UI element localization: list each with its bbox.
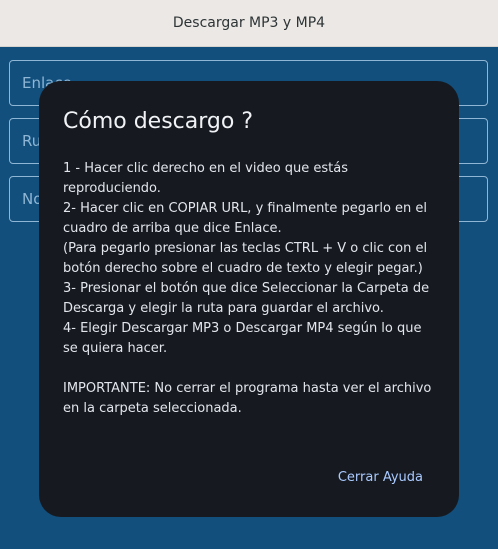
title-bar[interactable]: Descargar MP3 y MP4 [0, 0, 498, 47]
close-help-button[interactable]: Cerrar Ayuda [326, 466, 435, 489]
dialog-title: Cómo descargo ? [63, 109, 253, 134]
window-title: Descargar MP3 y MP4 [172, 15, 326, 31]
app-window: Descargar MP3 y MP4 Enlace Ruta Nombre C… [0, 0, 498, 549]
help-dialog: Cómo descargo ? 1 - Hacer clic derecho e… [39, 81, 459, 517]
dialog-instructions: 1 - Hacer clic derecho en el video que e… [63, 161, 432, 416]
